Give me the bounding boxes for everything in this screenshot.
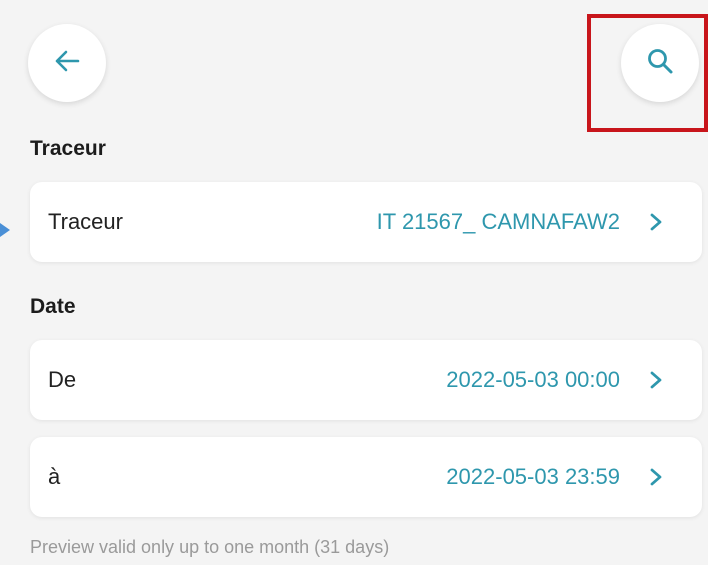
search-icon [646, 47, 674, 80]
date-section-title: Date [30, 295, 76, 318]
date-from-value: 2022-05-03 00:00 [446, 367, 620, 392]
date-to-value: 2022-05-03 23:59 [446, 464, 620, 489]
date-to-label: à [48, 464, 61, 489]
search-button[interactable] [621, 24, 699, 102]
preview-hint-text: Preview valid only up to one month (31 d… [30, 537, 390, 557]
arrow-left-icon [52, 46, 82, 81]
tracker-row-label: Traceur [48, 209, 123, 234]
tracker-section-title: Traceur [30, 137, 106, 160]
back-button[interactable] [28, 24, 106, 102]
tracker-row[interactable]: Traceur IT 21567_ CAMNAFAW2 [30, 182, 702, 262]
chevron-right-icon [648, 467, 664, 487]
pointer-marker [0, 223, 10, 237]
date-to-row[interactable]: à 2022-05-03 23:59 [30, 437, 702, 517]
date-from-row[interactable]: De 2022-05-03 00:00 [30, 340, 702, 420]
chevron-right-icon [648, 212, 664, 232]
tracker-row-value: IT 21567_ CAMNAFAW2 [376, 209, 620, 234]
chevron-right-icon [648, 370, 664, 390]
date-from-label: De [48, 367, 77, 392]
